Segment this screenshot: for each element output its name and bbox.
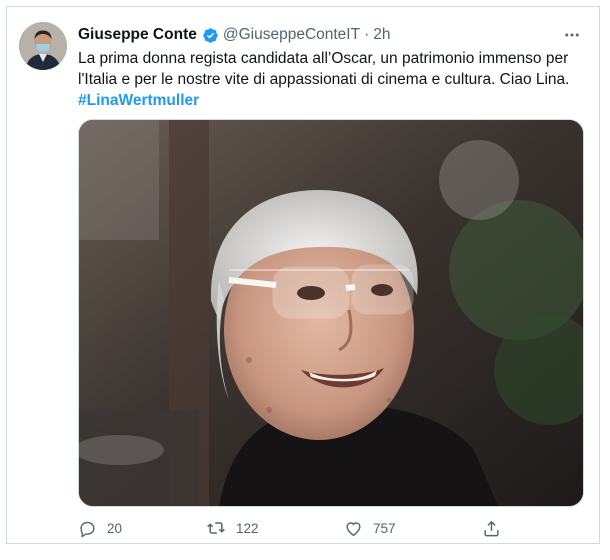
author-handle[interactable]: @GiuseppeConteIT: [223, 26, 360, 44]
reply-count: 20: [107, 520, 123, 536]
retweet-button[interactable]: 122: [206, 516, 259, 540]
timestamp[interactable]: 2h: [373, 26, 390, 44]
tweet-card[interactable]: Giuseppe Conte @GiuseppeConteIT · 2h La …: [6, 6, 600, 544]
reply-icon: [78, 519, 97, 538]
verified-badge-icon: [202, 27, 219, 44]
retweet-count: 122: [236, 520, 259, 536]
share-icon: [482, 519, 501, 538]
hashtag-link[interactable]: #LinaWertmuller: [78, 90, 578, 111]
heart-icon: [344, 519, 363, 538]
reply-button[interactable]: 20: [78, 516, 122, 540]
tweet-body: La prima donna regista candidata all’Osc…: [78, 50, 570, 88]
retweet-icon: [206, 518, 226, 538]
avatar[interactable]: [19, 22, 67, 70]
tweet-text: La prima donna regista candidata all’Osc…: [78, 48, 578, 111]
separator-dot: ·: [364, 26, 370, 43]
tweet-photo[interactable]: [78, 119, 584, 507]
like-button[interactable]: 757: [344, 516, 396, 540]
tweet-header: Giuseppe Conte @GiuseppeConteIT · 2h: [78, 24, 585, 46]
author-name[interactable]: Giuseppe Conte: [78, 26, 197, 44]
like-count: 757: [373, 520, 396, 536]
share-button[interactable]: [482, 516, 501, 540]
more-options-icon[interactable]: [559, 22, 585, 48]
tweet-actions: 20 122 757: [78, 516, 518, 540]
